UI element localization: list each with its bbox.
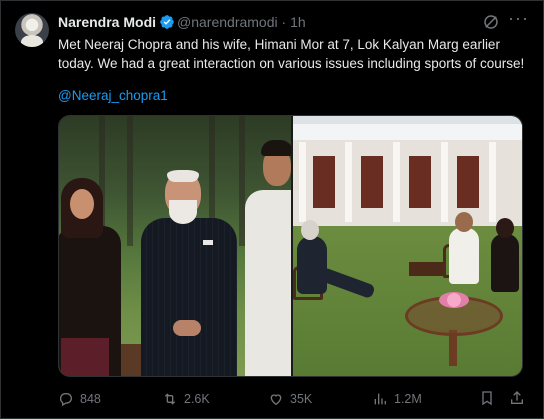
seated-woman-head [496, 218, 514, 238]
separator-dot: · [281, 14, 287, 30]
avatar[interactable] [15, 13, 49, 47]
reply-count: 848 [80, 392, 101, 406]
retweet-count: 2.6K [184, 392, 210, 406]
house-window [409, 156, 431, 208]
seated-man-kurta-head [455, 212, 473, 232]
timestamp[interactable]: 1h [290, 14, 306, 30]
house-column [489, 142, 496, 222]
man-kurta-figure [245, 190, 291, 376]
seated-man-suit [297, 236, 327, 294]
man-suit-beard [169, 200, 197, 224]
photo-group-portrait[interactable] [59, 116, 291, 376]
man-suit-figure [141, 218, 237, 376]
reply-icon [59, 393, 72, 407]
author-handle[interactable]: @narendramodi [177, 14, 278, 30]
like-count: 35K [290, 392, 313, 406]
seated-man-kurta [449, 228, 479, 284]
verified-badge-icon [159, 14, 175, 34]
house-column [299, 142, 306, 222]
flower-bouquet [439, 292, 469, 308]
more-icon[interactable]: ··· [508, 9, 528, 31]
retweet-icon [164, 393, 176, 405]
like-button[interactable]: 35K [268, 389, 312, 409]
tree-trunk [127, 116, 133, 246]
tweet-media[interactable] [58, 115, 523, 377]
retweet-button[interactable]: 2.6K [162, 389, 210, 409]
author-name[interactable]: Narendra Modi [58, 14, 156, 30]
man-suit-hair [167, 170, 199, 182]
pocket-square [203, 240, 213, 245]
house-column [441, 142, 448, 222]
tweet-card[interactable]: Narendra Modi @narendramodi · 1h ··· Met … [0, 0, 544, 419]
woman-figure-skirt [61, 338, 109, 376]
reply-button[interactable]: 848 [58, 389, 101, 409]
house-column [393, 142, 400, 222]
house-window [361, 156, 383, 208]
house-window [457, 156, 479, 208]
views-icon [374, 393, 386, 405]
like-icon [270, 394, 282, 406]
seated-woman [491, 234, 519, 292]
side-table [409, 262, 443, 276]
seated-man-suit-head [301, 220, 319, 240]
grok-icon[interactable] [482, 13, 500, 31]
share-button[interactable] [509, 390, 525, 409]
action-bar: 848 2.6K 35K 1.2M [58, 389, 528, 409]
photo-lawn-meeting[interactable] [293, 116, 522, 376]
views-button[interactable]: 1.2M [372, 389, 422, 409]
clasped-hands [173, 320, 201, 336]
bookmark-button[interactable] [479, 390, 495, 409]
house-column [345, 142, 352, 222]
tweet-header: Narendra Modi @narendramodi · 1h [58, 13, 306, 34]
share-icon [511, 391, 523, 404]
views-count: 1.2M [394, 392, 422, 406]
mention-link[interactable]: @Neeraj_chopra1 [58, 86, 168, 105]
house-roof [293, 124, 522, 140]
man-kurta-hair [261, 140, 291, 156]
house-window [313, 156, 335, 208]
bookmark-icon [482, 391, 492, 406]
tweet-text: Met Neeraj Chopra and his wife, Himani M… [58, 37, 525, 71]
woman-figure-face [70, 189, 94, 219]
